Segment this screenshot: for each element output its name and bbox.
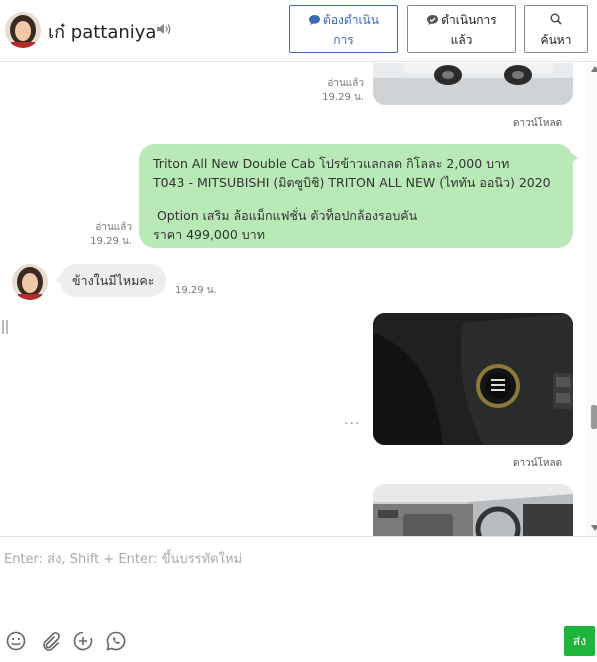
read-receipt: อ่านแล้ว 19.29 น. bbox=[322, 78, 364, 103]
contact-avatar[interactable] bbox=[5, 12, 41, 48]
incoming-message[interactable]: ข้างในมีไหมคะ bbox=[55, 264, 167, 297]
done-label-2: แล้ว bbox=[450, 33, 473, 47]
paperclip-icon[interactable] bbox=[39, 630, 61, 652]
speaker-icon[interactable] bbox=[156, 22, 172, 36]
contact-name: เก๋ pattaniya bbox=[48, 22, 157, 43]
search-label: ค้นหา bbox=[540, 33, 572, 47]
plus-circle-icon[interactable] bbox=[72, 630, 94, 652]
search-icon bbox=[550, 13, 562, 25]
scrollbar[interactable] bbox=[587, 63, 597, 536]
done-label-1: ดำเนินการ bbox=[441, 13, 497, 27]
download-link[interactable]: ดาวน์โหลด bbox=[513, 456, 562, 471]
more-options-icon[interactable]: ··· bbox=[344, 416, 360, 432]
image-message-top[interactable] bbox=[373, 63, 573, 105]
chat-header: เก๋ pattaniya ต้องดำเนิน การ ดำเนินการ แ… bbox=[0, 0, 597, 62]
message-time: 19.29 น. bbox=[175, 285, 217, 296]
scrollbar-thumb[interactable] bbox=[591, 405, 597, 429]
image-message-start-button[interactable] bbox=[373, 313, 573, 445]
message-input[interactable] bbox=[0, 537, 597, 617]
outgoing-message[interactable]: Triton All New Double Cab โปรข้าวแลกลด ก… bbox=[139, 144, 578, 248]
todo-label-1: ต้องดำเนิน bbox=[323, 13, 379, 27]
bubble-tail bbox=[571, 153, 578, 163]
chat-check-icon bbox=[427, 15, 439, 25]
emoji-icon[interactable] bbox=[5, 630, 27, 652]
download-link[interactable]: ดาวน์โหลด bbox=[513, 116, 562, 131]
sender-avatar[interactable] bbox=[12, 264, 48, 300]
todo-button[interactable]: ต้องดำเนิน การ bbox=[289, 5, 398, 53]
scroll-up-icon[interactable] bbox=[591, 66, 597, 72]
scroll-down-icon[interactable] bbox=[591, 525, 597, 531]
message-line: Triton All New Double Cab โปรข้าวแลกลด ก… bbox=[153, 156, 510, 171]
bubble-tail bbox=[55, 275, 62, 285]
done-button[interactable]: ดำเนินการ แล้ว bbox=[407, 5, 516, 53]
chat-window: เก๋ pattaniya ต้องดำเนิน การ ดำเนินการ แ… bbox=[0, 0, 597, 662]
phone-bubble-icon[interactable] bbox=[105, 630, 127, 652]
read-receipt: อ่านแล้ว 19.29 น. bbox=[90, 222, 132, 247]
drag-handle[interactable] bbox=[2, 320, 8, 334]
todo-label-2: การ bbox=[333, 33, 354, 47]
message-text: ข้างในมีไหมคะ bbox=[72, 273, 155, 288]
message-line: T043 - MITSUBISHI (มิตซูบิชิ) TRITON ALL… bbox=[153, 175, 551, 190]
send-button[interactable]: ส่ง bbox=[564, 626, 595, 656]
image-message-interior[interactable] bbox=[373, 484, 573, 536]
message-line: Option เสริม ล้อแม็กแฟชั่น ตัวท็อปกล้องร… bbox=[153, 208, 418, 223]
composer: ส่ง bbox=[0, 536, 597, 662]
chat-bubble-icon bbox=[309, 15, 321, 25]
message-list[interactable]: อ่านแล้ว 19.29 น. ดาวน์โหลด Triton All N… bbox=[0, 63, 597, 536]
message-line: ราคา 499,000 บาท bbox=[153, 227, 265, 242]
search-button[interactable]: ค้นหา bbox=[524, 5, 588, 53]
